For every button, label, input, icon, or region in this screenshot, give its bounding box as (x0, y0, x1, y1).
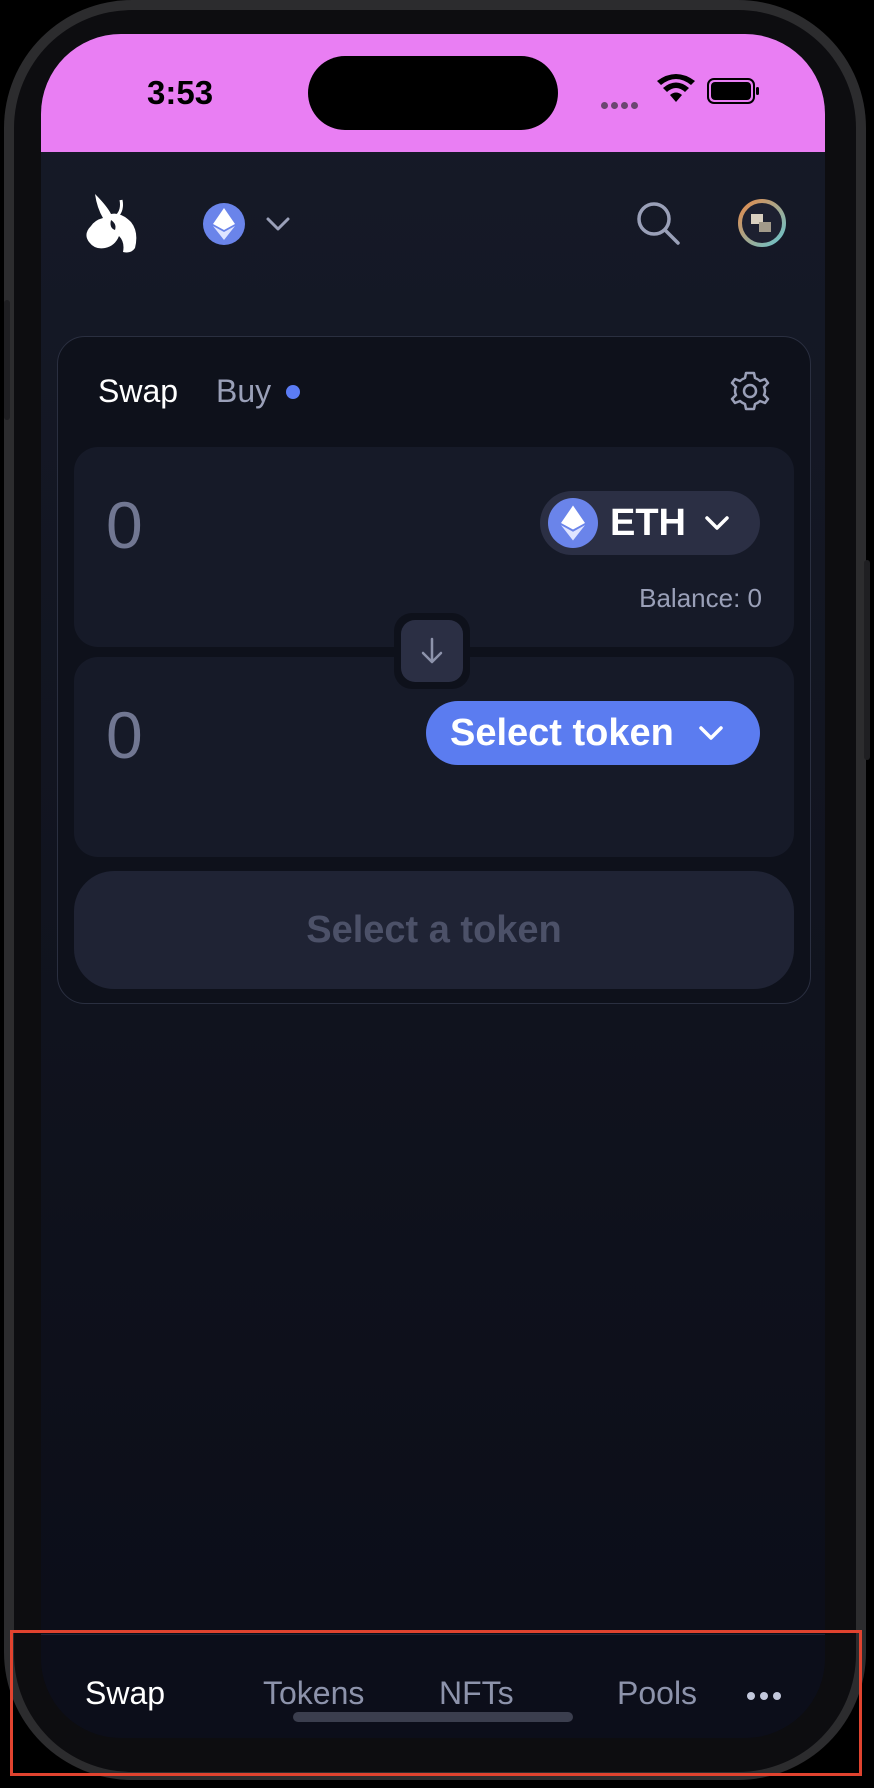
select-a-token-button[interactable]: Select a token (74, 871, 794, 989)
select-token-pill[interactable]: Select token (426, 701, 760, 765)
chevron-down-icon (699, 726, 723, 740)
switch-direction-button[interactable] (394, 613, 470, 689)
ethereum-icon (548, 498, 598, 548)
swap-card: Swap Buy 0 ETH Balance: 0 0 Select token (57, 336, 811, 1004)
tab-swap[interactable]: Swap (98, 373, 178, 410)
from-token-selector[interactable]: ETH (540, 491, 760, 555)
uniswap-logo-icon (86, 194, 137, 253)
chevron-down-icon (705, 516, 729, 530)
highlight-box (10, 1630, 862, 1776)
search-icon[interactable] (635, 200, 681, 246)
ethereum-icon (203, 203, 245, 245)
side-button (864, 560, 870, 760)
arrow-down-icon (421, 637, 443, 664)
tab-buy[interactable]: Buy (216, 373, 271, 410)
account-avatar-icon[interactable] (737, 198, 787, 248)
buy-badge-dot (286, 385, 300, 399)
side-button (4, 300, 10, 420)
battery-icon (707, 78, 759, 104)
to-amount-input[interactable]: 0 (106, 697, 143, 773)
network-selector[interactable] (203, 202, 301, 246)
app-screen: 3:53 Swap Buy 0 ETH Balance: 0 0 Select … (41, 34, 825, 1738)
status-time: 3:53 (147, 74, 214, 111)
dynamic-island (308, 56, 558, 130)
select-token-label: Select token (450, 711, 674, 754)
signal-dots-icon (601, 96, 641, 114)
wifi-icon (657, 74, 695, 102)
from-amount-input[interactable]: 0 (106, 487, 143, 563)
status-bar: 3:53 (41, 34, 825, 152)
gear-icon[interactable] (728, 369, 772, 413)
from-token-label: ETH (610, 501, 686, 544)
from-balance: Balance: 0 (639, 583, 762, 613)
chevron-down-icon (266, 217, 290, 231)
